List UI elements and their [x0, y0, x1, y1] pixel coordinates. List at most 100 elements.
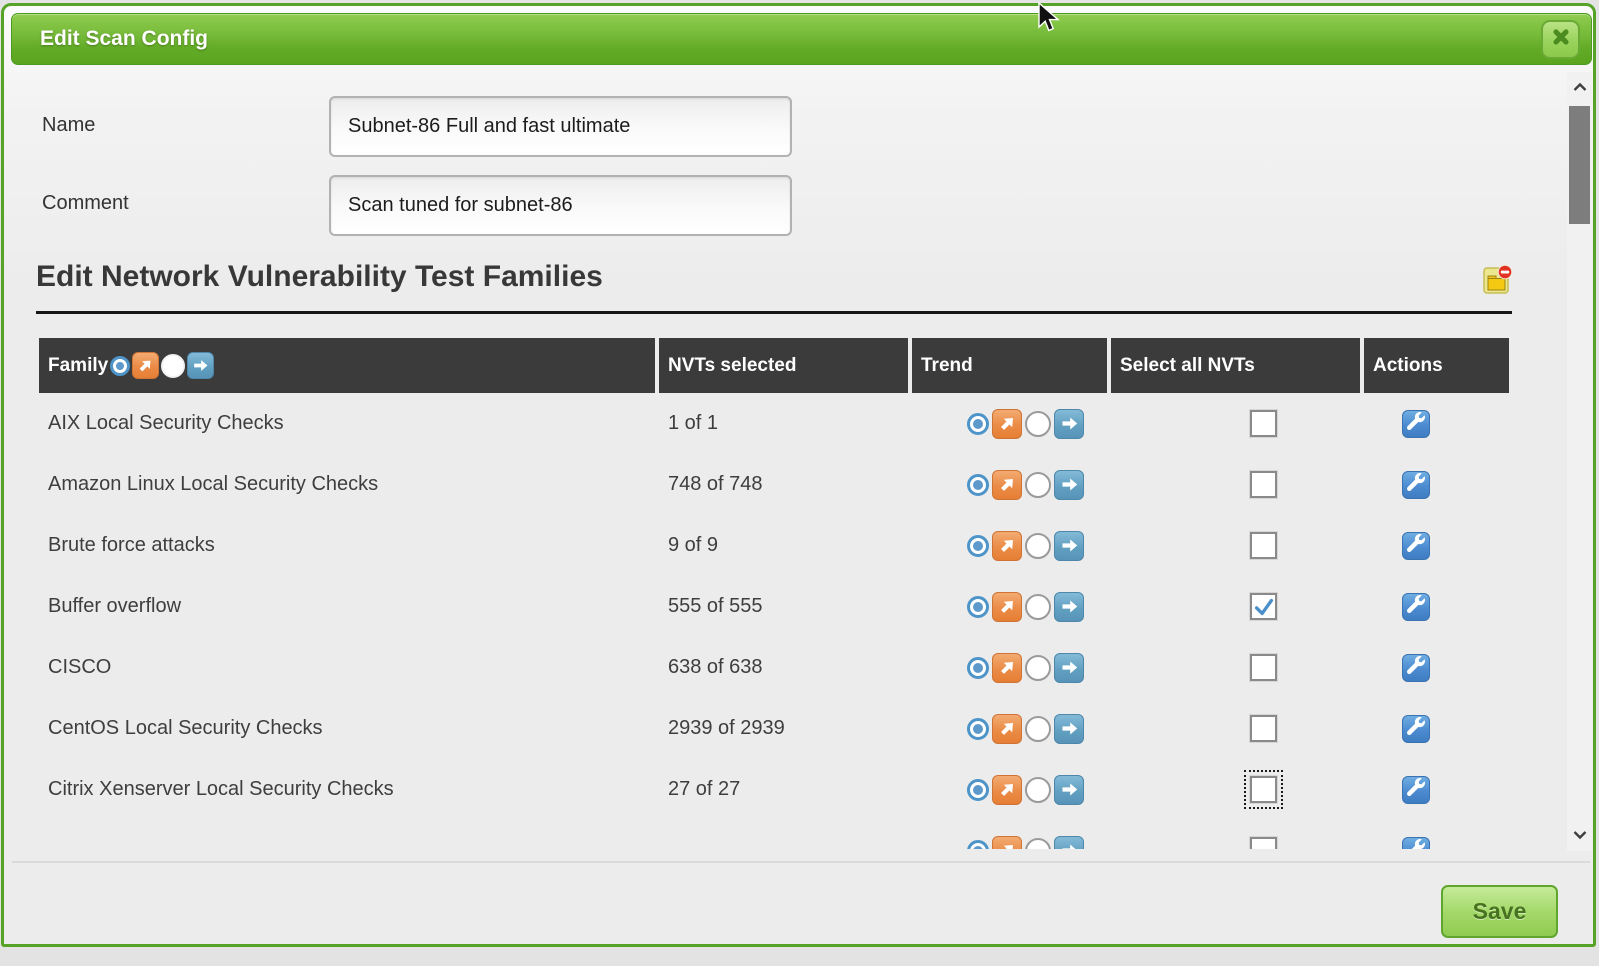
header-trend-more-icon: [132, 352, 159, 379]
edit-family-button[interactable]: [1402, 837, 1430, 850]
edit-family-button[interactable]: [1402, 654, 1430, 682]
column-header-actions: Actions: [1364, 338, 1509, 393]
family-name: Brute force attacks: [39, 534, 655, 557]
nvts-selected-count: 555 of 555: [659, 595, 908, 618]
wrench-icon: [1407, 473, 1425, 496]
trend-static-radio[interactable]: [1025, 594, 1051, 620]
dialog-scroll-area: Name Comment Edit Network Vulnerability …: [4, 70, 1562, 849]
select-all-checkbox[interactable]: [1250, 776, 1277, 803]
trend-static-radio[interactable]: [1025, 838, 1051, 850]
edit-family-button[interactable]: [1402, 532, 1430, 560]
trend-widget: [967, 531, 1107, 561]
column-header-family-label: Family: [48, 355, 108, 377]
trend-more-icon: [992, 531, 1022, 561]
table-row: Brute force attacks 9 of 9: [39, 515, 1509, 576]
trend-static-radio[interactable]: [1025, 777, 1051, 803]
trend-widget: [967, 653, 1107, 683]
edit-scan-config-dialog: Edit Scan Config Name Comment Edit Netwo…: [1, 3, 1596, 947]
trend-widget: [967, 592, 1107, 622]
trend-widget: [967, 714, 1107, 744]
trend-grow-radio[interactable]: [967, 657, 989, 679]
trend-grow-radio[interactable]: [967, 535, 989, 557]
select-all-checkbox[interactable]: [1250, 654, 1277, 681]
trend-widget: [967, 470, 1107, 500]
edit-family-button[interactable]: [1402, 776, 1430, 804]
select-all-checkbox[interactable]: [1250, 593, 1277, 620]
trend-static-radio[interactable]: [1025, 411, 1051, 437]
select-all-checkbox[interactable]: [1250, 410, 1277, 437]
chevron-down-icon: [1572, 827, 1588, 845]
trend-widget: [967, 409, 1107, 439]
trend-nochange-icon: [1054, 470, 1084, 500]
edit-family-button[interactable]: [1402, 593, 1430, 621]
column-header-nvts-selected: NVTs selected: [659, 338, 908, 393]
trend-grow-radio[interactable]: [967, 718, 989, 740]
wrench-icon: [1407, 656, 1425, 679]
trend-nochange-icon: [1054, 653, 1084, 683]
trend-widget: [967, 836, 1107, 850]
trend-static-radio[interactable]: [1025, 716, 1051, 742]
scroll-thumb[interactable]: [1569, 106, 1590, 224]
trend-static-radio[interactable]: [1025, 655, 1051, 681]
nvt-family-table: Family NVTs selected Trend Select all NV…: [39, 338, 1509, 849]
trend-nochange-icon: [1054, 775, 1084, 805]
trend-static-radio[interactable]: [1025, 533, 1051, 559]
column-header-trend: Trend: [912, 338, 1107, 393]
wrench-icon: [1407, 778, 1425, 801]
dialog-title: Edit Scan Config: [40, 27, 208, 51]
table-row: Citrix Xenserver Local Security Checks 2…: [39, 759, 1509, 820]
trend-grow-radio[interactable]: [967, 413, 989, 435]
edit-family-button[interactable]: [1402, 471, 1430, 499]
table-body: AIX Local Security Checks 1 of 1: [39, 393, 1509, 849]
wrench-icon: [1407, 595, 1425, 618]
select-all-checkbox[interactable]: [1250, 715, 1277, 742]
trend-grow-radio[interactable]: [967, 779, 989, 801]
trend-more-icon: [992, 409, 1022, 439]
wrench-icon: [1407, 412, 1425, 435]
scroll-down-button[interactable]: [1567, 824, 1592, 848]
vertical-scrollbar[interactable]: [1567, 72, 1592, 851]
dialog-titlebar[interactable]: Edit Scan Config: [11, 13, 1592, 65]
family-name: AIX Local Security Checks: [39, 412, 655, 435]
trend-nochange-icon: [1054, 531, 1084, 561]
trend-grow-radio[interactable]: [967, 474, 989, 496]
footer-divider: [12, 861, 1590, 863]
wrench-icon: [1407, 839, 1425, 849]
trend-static-radio[interactable]: [1025, 472, 1051, 498]
edit-family-button[interactable]: [1402, 715, 1430, 743]
header-trend-static-radio-icon[interactable]: [161, 354, 185, 378]
trend-grow-radio[interactable]: [967, 840, 989, 850]
column-header-select-all-nvts: Select all NVTs: [1111, 338, 1360, 393]
scroll-up-button[interactable]: [1567, 76, 1592, 100]
nvts-selected-count: 27 of 27: [659, 778, 908, 801]
heading-rule: [36, 311, 1512, 314]
trend-more-icon: [992, 592, 1022, 622]
table-row: Amazon Linux Local Security Checks 748 o…: [39, 454, 1509, 515]
chevron-up-icon: [1572, 79, 1588, 97]
select-all-checkbox[interactable]: [1250, 837, 1277, 849]
header-trend-grow-radio-icon[interactable]: [110, 356, 130, 376]
family-name: Buffer overflow: [39, 595, 655, 618]
wrench-icon: [1407, 534, 1425, 557]
edit-family-button[interactable]: [1402, 410, 1430, 438]
trend-nochange-icon: [1054, 592, 1084, 622]
save-button[interactable]: Save: [1441, 885, 1558, 938]
select-all-checkbox[interactable]: [1250, 532, 1277, 559]
table-row: CISCO 638 of 638: [39, 637, 1509, 698]
comment-input[interactable]: [329, 175, 792, 236]
trend-more-icon: [992, 714, 1022, 744]
trend-grow-radio[interactable]: [967, 596, 989, 618]
name-input[interactable]: [329, 96, 792, 157]
close-button[interactable]: [1541, 20, 1580, 59]
family-name: Citrix Xenserver Local Security Checks: [39, 778, 655, 801]
trend-more-icon: [992, 775, 1022, 805]
nvts-selected-count: 9 of 9: [659, 534, 908, 557]
nvts-selected-count: 2939 of 2939: [659, 717, 908, 740]
wrench-icon: [1407, 717, 1425, 740]
comment-label: Comment: [42, 192, 129, 215]
select-all-checkbox[interactable]: [1250, 471, 1277, 498]
header-trend-nochange-icon: [187, 352, 214, 379]
trend-nochange-icon: [1054, 714, 1084, 744]
table-row: [39, 820, 1509, 849]
sync-config-folder-icon[interactable]: [1482, 264, 1513, 295]
